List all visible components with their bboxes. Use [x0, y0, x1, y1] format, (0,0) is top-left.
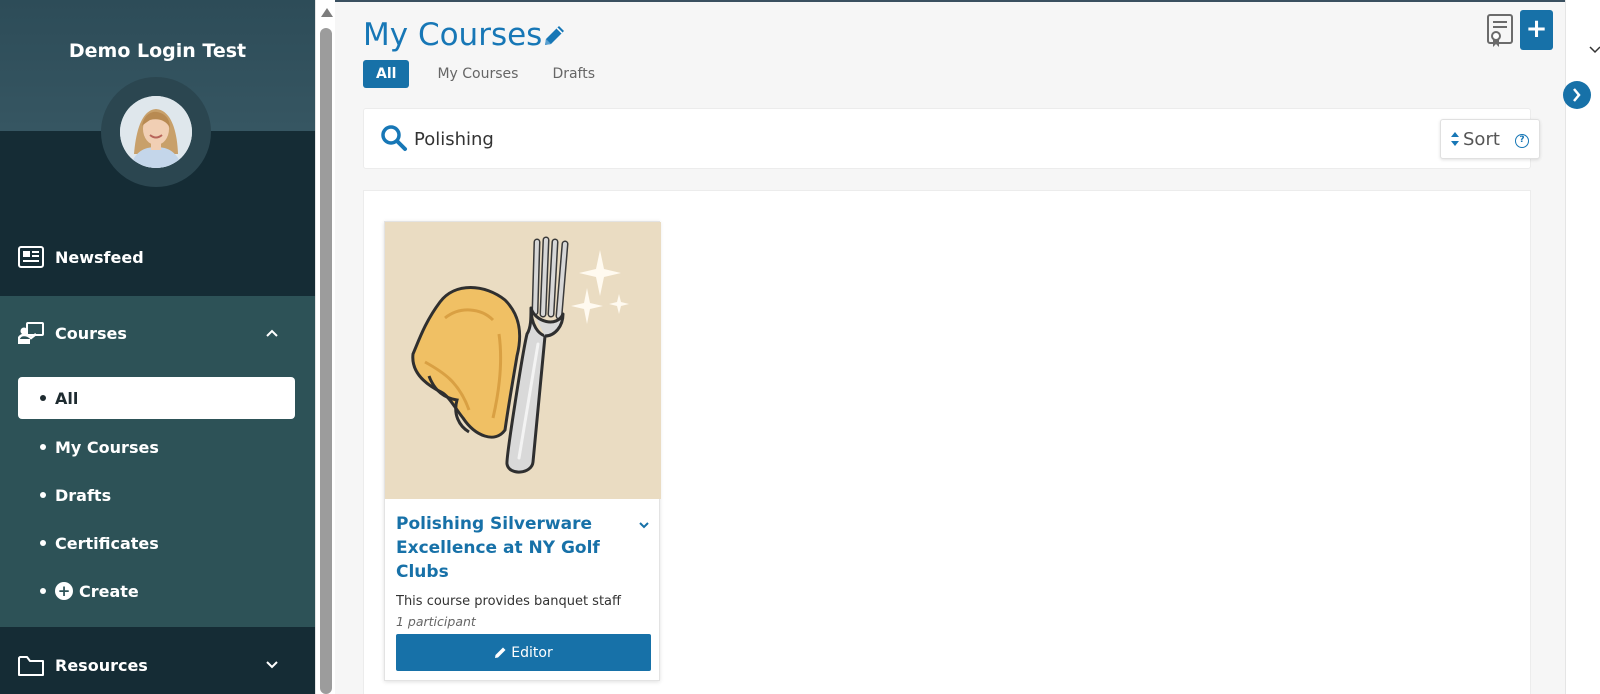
course-title[interactable]: Polishing Silverware Excellence at NY Go… [396, 512, 636, 584]
sidebar-item-label: Courses [55, 323, 127, 343]
avatar[interactable] [120, 96, 192, 168]
sidebar-item-courses[interactable]: Courses [0, 314, 315, 352]
course-filter-tabs: All My Courses Drafts [363, 60, 615, 88]
bullet-icon [40, 395, 46, 401]
scroll-up-arrow-icon[interactable] [321, 8, 333, 17]
participant-count: 1 participant [396, 614, 476, 629]
edit-title-pencil-icon[interactable] [540, 22, 568, 50]
bullet-icon [40, 588, 46, 594]
folder-icon [18, 653, 44, 679]
sidebar-subitem-all[interactable]: All [18, 377, 295, 419]
bullet-icon [40, 540, 46, 546]
tab-my-courses[interactable]: My Courses [423, 60, 532, 88]
chevron-up-icon[interactable] [265, 326, 279, 340]
sidebar-item-newsfeed[interactable]: Newsfeed [0, 238, 315, 276]
sidebar-subitem-my-courses[interactable]: My Courses [18, 426, 295, 468]
page-title: My Courses [363, 17, 543, 53]
sidebar-subitem-label: Create [79, 581, 139, 601]
teacher-board-icon [18, 320, 44, 346]
sidebar-item-label: Newsfeed [55, 247, 144, 267]
pencil-icon [495, 647, 506, 658]
plus-circle-icon: + [55, 582, 73, 600]
help-icon[interactable]: ? [1515, 134, 1529, 148]
course-thumbnail[interactable] [385, 222, 661, 499]
avatar-image [120, 96, 192, 168]
course-list-panel: Polishing Silverware Excellence at NY Go… [363, 190, 1531, 694]
sidebar-subitem-label: My Courses [55, 437, 159, 457]
sidebar: Demo Login Test Newsfeed Courses All My … [0, 0, 315, 694]
sidebar-item-resources[interactable]: Resources [0, 646, 315, 684]
expand-panel-button[interactable] [1563, 81, 1591, 109]
sidebar-item-label: Resources [55, 655, 148, 675]
bullet-icon [40, 492, 46, 498]
app-root: Demo Login Test Newsfeed Courses All My … [0, 0, 1600, 694]
newspaper-icon [18, 244, 44, 270]
course-description: This course provides banquet staff [396, 594, 621, 609]
sort-arrows-icon [1451, 132, 1459, 146]
certificate-icon[interactable] [1485, 12, 1515, 50]
chevron-right-icon [1573, 88, 1581, 102]
sidebar-subitem-certificates[interactable]: Certificates [18, 522, 295, 564]
bullet-icon [40, 444, 46, 450]
sidebar-subitem-create[interactable]: + Create [18, 570, 295, 612]
chevron-down-icon[interactable] [1588, 44, 1600, 56]
sidebar-subitem-drafts[interactable]: Drafts [18, 474, 295, 516]
scrollbar-thumb[interactable] [320, 28, 332, 694]
tab-all[interactable]: All [363, 60, 410, 88]
main-content: My Courses All My Courses Drafts + Polis… [335, 0, 1600, 694]
chevron-down-icon[interactable] [637, 518, 651, 532]
editor-button[interactable]: Editor [396, 634, 651, 671]
user-name: Demo Login Test [68, 40, 247, 62]
sort-label: Sort [1463, 129, 1500, 150]
course-card[interactable]: Polishing Silverware Excellence at NY Go… [384, 221, 661, 681]
search-bar: Sort ? [363, 108, 1540, 169]
sidebar-scrollbar[interactable] [315, 0, 335, 694]
search-input[interactable] [414, 124, 1314, 154]
sort-button[interactable]: Sort ? [1440, 119, 1540, 159]
sidebar-subitem-label: Certificates [55, 533, 159, 553]
tab-drafts[interactable]: Drafts [538, 60, 609, 88]
top-border [335, 0, 1600, 2]
search-icon [381, 125, 407, 151]
fork-and-cloth-illustration [385, 222, 661, 499]
sidebar-subitem-label: Drafts [55, 485, 112, 505]
chevron-down-icon[interactable] [265, 658, 279, 672]
add-course-button[interactable]: + [1520, 10, 1553, 50]
editor-button-label: Editor [511, 644, 553, 661]
sidebar-subitem-label: All [55, 388, 79, 408]
